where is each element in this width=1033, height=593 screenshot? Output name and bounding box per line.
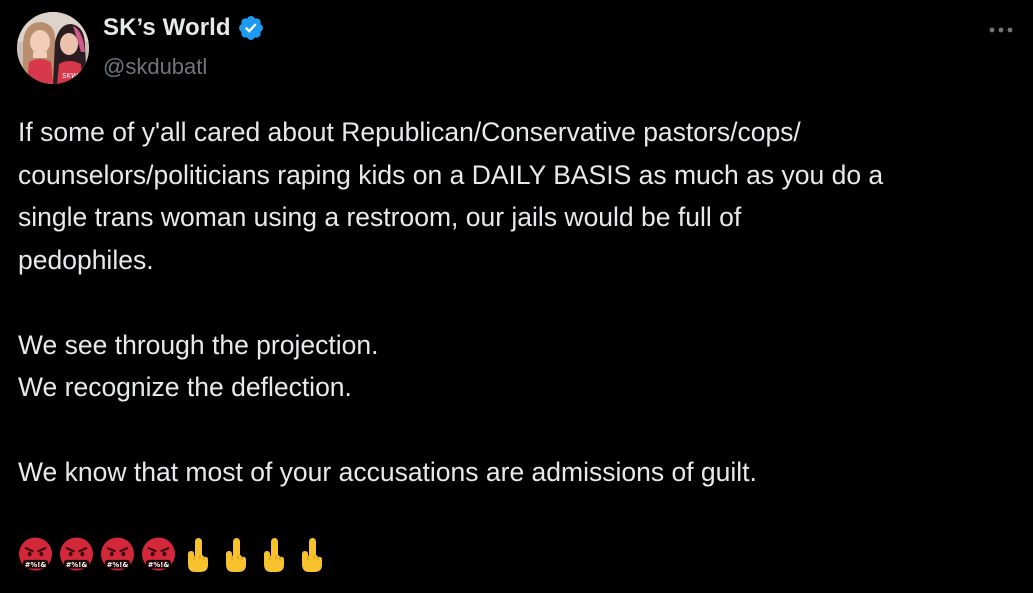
middle-finger-icon [264,538,284,572]
svg-text:#%!&: #%!& [107,561,129,569]
tweet-paragraph: We know that most of your accusations ar… [18,451,1018,494]
middle-finger-icon [226,538,246,572]
author-display-name[interactable]: SK’s World [103,14,231,42]
avatar-photo-icon: SKW [17,12,89,84]
middle-finger-icon [302,538,322,572]
emoji-row: #%!& #%!& #%!& #%!& [18,536,328,574]
tweet-line: We see through the projection. [18,329,379,360]
tweet-text: If some of y'all cared about Republican/… [18,111,1018,494]
svg-text:#%!&: #%!& [66,561,88,569]
face-with-symbols-on-mouth-icon: #%!& [100,537,135,571]
svg-text:#%!&: #%!& [25,561,47,569]
svg-text:SKW: SKW [62,72,79,80]
author-name-row: SK’s World [103,14,265,42]
tweet-line: We know that most of your accusations ar… [18,457,757,487]
tweet-line: pedophiles. [18,244,154,275]
author-handle[interactable]: @skdubatl [103,54,207,80]
tweet-paragraph: If some of y'all cared about Republican/… [18,111,1018,281]
face-with-symbols-on-mouth-icon: #%!& [59,537,94,571]
tweet-line: We recognize the deflection. [18,372,352,402]
svg-text:#%!&: #%!& [148,561,170,569]
more-options-button[interactable] [985,18,1017,42]
tweet-line: counselors/politicians raping kids on a … [18,159,884,190]
author-avatar[interactable]: SKW [17,12,89,84]
verified-badge-icon[interactable] [237,14,265,42]
middle-finger-icon [188,538,208,572]
tweet-card: SKW SK’s World @skdubatl If some of y'al… [0,0,1033,593]
face-with-symbols-on-mouth-icon: #%!& [141,537,176,571]
tweet-line: If some of y'all cared about Republican/… [18,117,801,147]
tweet-paragraph: We see through the projection. We recogn… [18,324,1018,409]
face-with-symbols-on-mouth-icon: #%!& [18,537,53,571]
tweet-line: single trans woman using a restroom, our… [18,202,742,232]
more-horizontal-icon [989,27,1013,33]
